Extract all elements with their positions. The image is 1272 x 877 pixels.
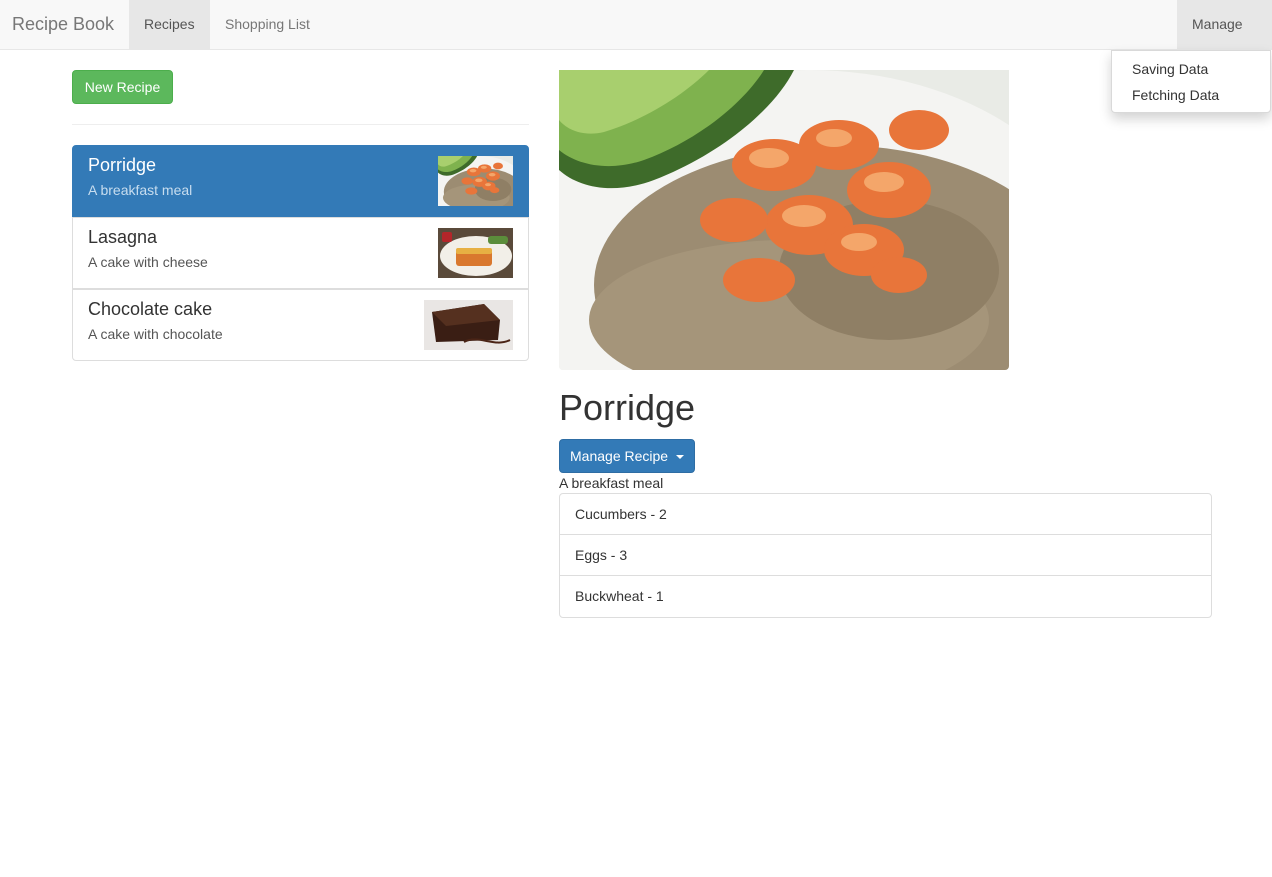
nav-recipes-link[interactable]: Recipes	[129, 0, 210, 49]
ingredient-list: Cucumbers - 2 Eggs - 3 Buckwheat - 1	[559, 493, 1212, 618]
caret-down-icon	[675, 455, 684, 460]
manage-dropdown-toggle[interactable]: Manage	[1177, 0, 1272, 77]
recipe-name: Chocolate cake	[88, 299, 213, 319]
menu-item-saving-data[interactable]: Saving Data	[1112, 56, 1270, 82]
recipe-description: A cake with cheese	[88, 254, 208, 270]
manage-dropdown-menu: Saving Data Fetching Data	[1111, 50, 1271, 113]
ingredient-item[interactable]: Cucumbers - 2	[560, 494, 1211, 535]
recipe-name: Lasagna	[88, 227, 158, 247]
ingredient-item[interactable]: Eggs - 3	[560, 535, 1211, 576]
ingredient-item[interactable]: Buckwheat - 1	[560, 576, 1211, 617]
navbar: Recipe Book Recipes Shopping List Manage	[0, 0, 1272, 77]
recipe-list-item[interactable]: Lasagna A cake with cheese	[72, 217, 529, 289]
manage-recipe-button[interactable]: Manage Recipe	[559, 439, 695, 473]
brand-link[interactable]: Recipe Book	[12, 14, 114, 35]
divider	[72, 124, 529, 125]
manage-recipe-label: Manage Recipe	[570, 448, 669, 464]
recipe-thumbnail	[438, 228, 513, 278]
menu-item-fetching-data[interactable]: Fetching Data	[1112, 82, 1270, 108]
recipe-thumbnail	[424, 300, 513, 350]
recipe-list-item[interactable]: Chocolate cake A cake with chocolate	[72, 289, 529, 361]
recipe-hero-image	[559, 70, 1009, 370]
recipe-detail-description: A breakfast meal	[559, 475, 664, 491]
nav-shopping-list-link[interactable]: Shopping List	[210, 0, 325, 49]
recipe-list-item[interactable]: Porridge A breakfast meal	[72, 145, 529, 217]
recipe-title: Porridge	[559, 387, 696, 428]
recipe-thumbnail	[438, 156, 513, 206]
recipe-description: A breakfast meal	[88, 182, 193, 198]
recipe-name: Porridge	[88, 155, 157, 175]
new-recipe-button[interactable]: New Recipe	[72, 70, 173, 104]
recipe-description: A cake with chocolate	[88, 326, 223, 342]
manage-dropdown-label: Manage	[1192, 16, 1243, 32]
